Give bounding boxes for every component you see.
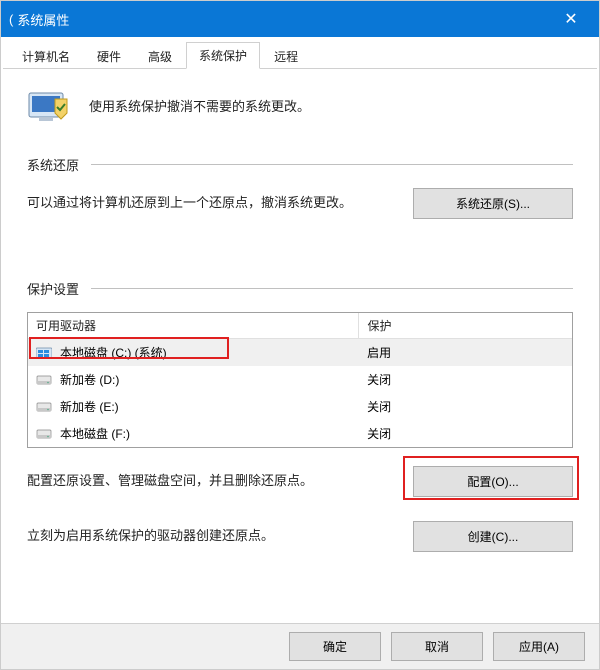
restore-row: 可以通过将计算机还原到上一个还原点，撤消系统更改。 系统还原(S)... bbox=[27, 188, 573, 219]
drive-row[interactable]: 本地磁盘 (C:) (系统) 启用 bbox=[28, 339, 572, 366]
tab-content: 使用系统保护撤消不需要的系统更改。 系统还原 可以通过将计算机还原到上一个还原点… bbox=[1, 69, 599, 623]
drive-row[interactable]: 新加卷 (D:) 关闭 bbox=[28, 366, 572, 393]
col-available-drives: 可用驱动器 bbox=[28, 313, 359, 338]
window-title: 系统属性 bbox=[17, 10, 69, 29]
tab-system-protection[interactable]: 系统保护 bbox=[186, 42, 260, 69]
create-description: 立刻为启用系统保护的驱动器创建还原点。 bbox=[27, 525, 413, 547]
drives-header: 可用驱动器 保护 bbox=[28, 313, 572, 339]
drive-row[interactable]: 本地磁盘 (F:) 关闭 bbox=[28, 420, 572, 447]
divider bbox=[91, 288, 573, 289]
apply-button[interactable]: 应用(A) bbox=[493, 632, 585, 661]
header-text: 使用系统保护撤消不需要的系统更改。 bbox=[89, 96, 310, 115]
tab-remote[interactable]: 远程 bbox=[261, 43, 311, 69]
divider bbox=[91, 164, 573, 165]
drive-row[interactable]: 新加卷 (E:) 关闭 bbox=[28, 393, 572, 420]
create-restore-point-button[interactable]: 创建(C)... bbox=[413, 521, 573, 552]
drive-name-cell: 新加卷 (E:) bbox=[28, 396, 359, 417]
drive-name: 本地磁盘 (C:) (系统) bbox=[60, 344, 167, 361]
windows-drive-icon bbox=[36, 346, 52, 360]
create-row: 立刻为启用系统保护的驱动器创建还原点。 创建(C)... bbox=[27, 521, 573, 552]
ok-button[interactable]: 确定 bbox=[289, 632, 381, 661]
cancel-button[interactable]: 取消 bbox=[391, 632, 483, 661]
section-restore-title: 系统还原 bbox=[27, 155, 79, 174]
hdd-icon bbox=[36, 373, 52, 387]
drive-name-cell: 本地磁盘 (C:) (系统) bbox=[28, 342, 359, 363]
drive-name-cell: 新加卷 (D:) bbox=[28, 369, 359, 390]
drive-protection-status: 关闭 bbox=[359, 423, 572, 444]
drive-protection-status: 启用 bbox=[359, 342, 572, 363]
configure-description: 配置还原设置、管理磁盘空间，并且删除还原点。 bbox=[27, 470, 413, 492]
tab-hardware[interactable]: 硬件 bbox=[84, 43, 134, 69]
dialog-footer: 确定 取消 应用(A) bbox=[1, 623, 599, 669]
drive-name: 本地磁盘 (F:) bbox=[60, 425, 130, 442]
hdd-icon bbox=[36, 427, 52, 441]
titlebar: ( 系统属性 ✕ bbox=[1, 1, 599, 37]
drives-listbox[interactable]: 可用驱动器 保护 本地磁盘 (C:) (系统)启用新加卷 (D:)关闭新加卷 (… bbox=[27, 312, 573, 448]
drive-name-cell: 本地磁盘 (F:) bbox=[28, 423, 359, 444]
drive-protection-status: 关闭 bbox=[359, 369, 572, 390]
title-prefix: ( bbox=[9, 12, 13, 27]
close-button[interactable]: ✕ bbox=[551, 1, 591, 37]
header-row: 使用系统保护撤消不需要的系统更改。 bbox=[27, 85, 573, 125]
tab-computer-name[interactable]: 计算机名 bbox=[9, 43, 83, 69]
system-properties-window: ( 系统属性 ✕ 计算机名 硬件 高级 系统保护 远程 使用系统保护撤消不需要的… bbox=[0, 0, 600, 670]
close-icon: ✕ bbox=[564, 9, 577, 29]
tabbar: 计算机名 硬件 高级 系统保护 远程 bbox=[3, 39, 597, 69]
hdd-icon bbox=[36, 400, 52, 414]
tab-advanced[interactable]: 高级 bbox=[135, 43, 185, 69]
drive-name: 新加卷 (D:) bbox=[60, 371, 119, 388]
drive-name: 新加卷 (E:) bbox=[60, 398, 119, 415]
configure-button[interactable]: 配置(O)... bbox=[413, 466, 573, 497]
system-protection-icon bbox=[27, 85, 71, 125]
restore-description: 可以通过将计算机还原到上一个还原点，撤消系统更改。 bbox=[27, 192, 413, 214]
section-restore-header: 系统还原 bbox=[27, 155, 573, 174]
section-protect-header: 保护设置 bbox=[27, 279, 573, 298]
drive-protection-status: 关闭 bbox=[359, 396, 572, 417]
col-protection: 保护 bbox=[359, 313, 572, 338]
drives-body: 本地磁盘 (C:) (系统)启用新加卷 (D:)关闭新加卷 (E:)关闭本地磁盘… bbox=[28, 339, 572, 447]
system-restore-button[interactable]: 系统还原(S)... bbox=[413, 188, 573, 219]
section-protect-title: 保护设置 bbox=[27, 279, 79, 298]
configure-row: 配置还原设置、管理磁盘空间，并且删除还原点。 配置(O)... bbox=[27, 466, 573, 497]
